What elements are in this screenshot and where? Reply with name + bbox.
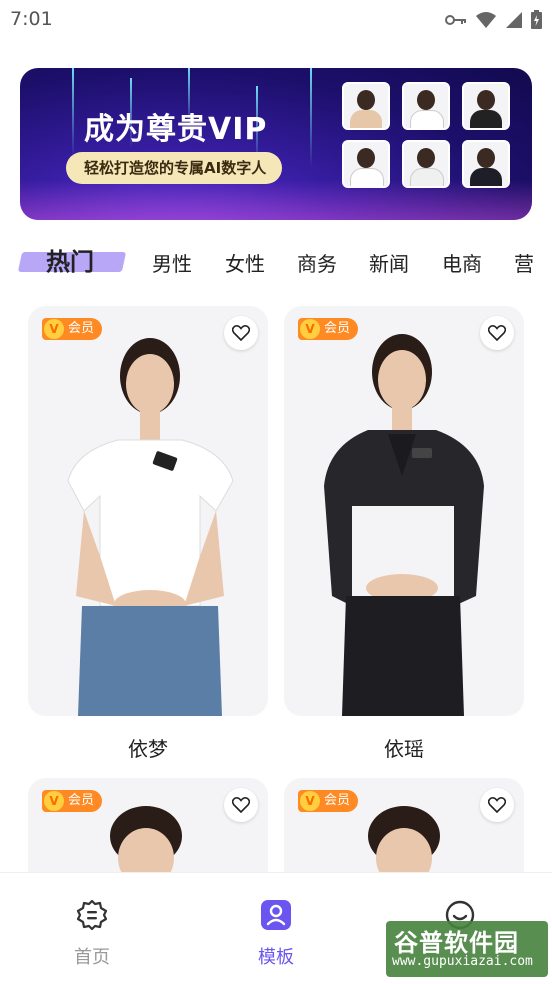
vip-badge: V 会员: [42, 790, 103, 812]
vip-badge: V 会员: [298, 318, 359, 340]
badge-label: 会员: [324, 793, 351, 808]
vip-banner[interactable]: 成为尊贵VIP 轻松打造您的专属AI数字人: [20, 68, 532, 220]
signal-icon: [506, 11, 522, 28]
badge-label: 会员: [68, 321, 95, 336]
nav-templates[interactable]: 模板: [226, 899, 326, 969]
favorite-button[interactable]: [480, 788, 514, 822]
favorite-button[interactable]: [480, 316, 514, 350]
tab-male[interactable]: 男性: [152, 248, 192, 277]
tab-ecommerce[interactable]: 电商: [442, 248, 482, 277]
banner-subtitle: 轻松打造您的专属AI数字人: [66, 152, 283, 184]
vip-v-icon: V: [300, 791, 320, 811]
status-bar: 7:01: [0, 0, 552, 38]
nav-home-label: 首页: [74, 947, 110, 968]
template-name: 依梦: [128, 737, 168, 761]
nav-home[interactable]: 首页: [42, 899, 142, 969]
badge-label: 会员: [324, 321, 351, 336]
home-icon: [76, 899, 108, 931]
heart-icon: [488, 797, 506, 813]
avatar-grid: [342, 82, 510, 188]
wifi-icon: [476, 11, 496, 28]
template-card[interactable]: V 会员: [284, 306, 524, 716]
favorite-button[interactable]: [224, 788, 258, 822]
decor-line: [72, 68, 74, 158]
category-tabs: 热门 男性 女性 商务 新闻 电商 营: [0, 236, 552, 286]
status-icons: [445, 10, 542, 29]
vip-badge: V 会员: [298, 790, 359, 812]
favorite-button[interactable]: [224, 316, 258, 350]
watermark-title: 谷普软件园: [394, 929, 519, 957]
key-icon: [445, 14, 466, 25]
template-card[interactable]: V 会员: [28, 306, 268, 716]
status-time: 7:01: [10, 8, 53, 30]
template-name: 依瑶: [384, 737, 424, 761]
watermark: 谷普软件园 www.gupuxiazai.com: [386, 921, 548, 977]
avatar-figure: [284, 306, 524, 716]
tab-hot[interactable]: 热门: [46, 242, 94, 277]
avatar-thumb: [462, 140, 510, 188]
vip-v-icon: V: [44, 319, 64, 339]
vip-badge: V 会员: [42, 318, 103, 340]
decor-line: [310, 68, 312, 168]
avatar-thumb: [402, 140, 450, 188]
nav-templates-label: 模板: [258, 947, 294, 968]
tab-marketing[interactable]: 营: [514, 248, 534, 277]
banner-title: 成为尊贵VIP: [84, 112, 268, 147]
avatar-figure: [28, 306, 268, 716]
vip-v-icon: V: [44, 791, 64, 811]
vip-v-icon: V: [300, 319, 320, 339]
tab-female[interactable]: 女性: [225, 248, 265, 277]
template-icon: [261, 900, 291, 930]
tab-news[interactable]: 新闻: [369, 248, 409, 277]
watermark-url: www.gupuxiazai.com: [392, 954, 533, 969]
battery-icon: [531, 10, 542, 29]
tab-business[interactable]: 商务: [297, 248, 337, 277]
avatar-thumb: [342, 140, 390, 188]
heart-icon: [232, 325, 250, 341]
badge-label: 会员: [68, 793, 95, 808]
heart-icon: [488, 325, 506, 341]
avatar-thumb: [462, 82, 510, 130]
avatar-thumb: [342, 82, 390, 130]
heart-icon: [232, 797, 250, 813]
avatar-thumb: [402, 82, 450, 130]
